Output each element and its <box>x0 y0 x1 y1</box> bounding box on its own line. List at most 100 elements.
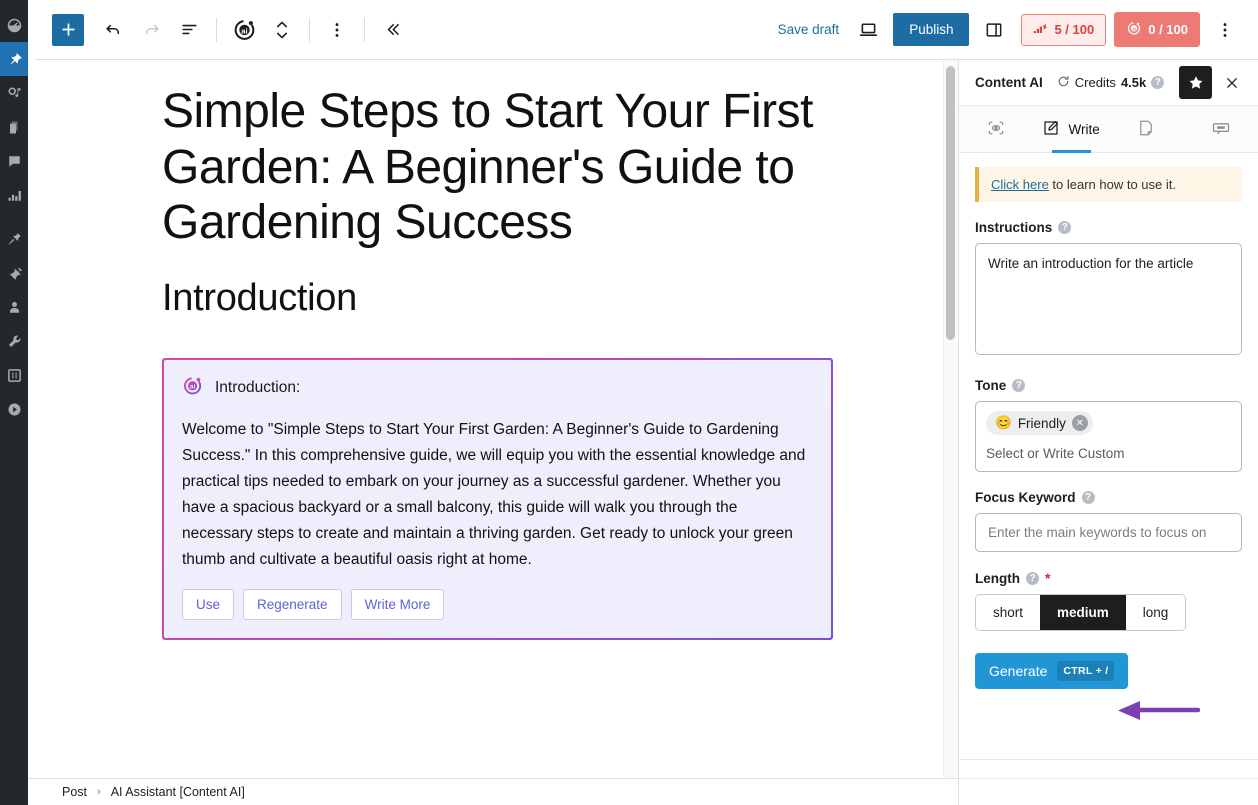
sidebar-item-tools[interactable] <box>0 324 28 358</box>
content-ai-score-badge[interactable]: ai 0 / 100 <box>1114 12 1200 47</box>
star-button[interactable] <box>1179 66 1212 99</box>
seo-rank-math-icon <box>1033 22 1048 38</box>
canvas-scrollbar-thumb[interactable] <box>946 66 955 340</box>
toolbar-options-button[interactable] <box>318 11 356 49</box>
focus-keyword-help-icon[interactable]: ? <box>1081 491 1095 504</box>
regenerate-button[interactable]: Regenerate <box>243 589 342 621</box>
breadcrumb-item-post[interactable]: Post <box>62 785 87 799</box>
document-icon <box>1137 119 1155 140</box>
sidebar-item-dashboard[interactable] <box>0 8 28 42</box>
info-notice: Click here to learn how to use it. <box>975 167 1242 202</box>
ai-generated-text: Welcome to "Simple Steps to Start Your F… <box>182 421 806 569</box>
wrench-icon <box>7 334 22 349</box>
undo-button[interactable] <box>94 11 132 49</box>
toolbar-divider <box>216 17 217 42</box>
tone-select[interactable]: 😊 Friendly ✕ Select or Write Custom <box>975 401 1242 472</box>
tone-label: Tone <box>975 378 1007 393</box>
comment-icon <box>7 154 22 169</box>
redo-button[interactable] <box>132 11 170 49</box>
required-marker: * <box>1045 570 1051 586</box>
preview-button[interactable] <box>849 11 887 49</box>
tone-label-row: Tone ? <box>975 378 1242 393</box>
content-ai-panel-footer <box>959 759 1258 805</box>
ai-result-card-inner: ai Introduction: Welcome to "Simple Step… <box>164 360 831 639</box>
length-option-medium[interactable]: medium <box>1040 595 1126 630</box>
sidebar-item-posts[interactable] <box>0 42 28 76</box>
move-up-down-button[interactable] <box>263 11 301 49</box>
write-pencil-icon <box>1042 119 1060 140</box>
remove-tone-chip-icon[interactable]: ✕ <box>1071 415 1088 431</box>
sidebar-item-collapse[interactable] <box>0 392 28 426</box>
help-icon[interactable]: ? <box>1151 76 1165 89</box>
tab-chat[interactable] <box>1183 106 1258 152</box>
toolbar-right-group: Save draft Publish 5 / 100 ai 0 / 100 <box>768 11 1258 49</box>
instructions-input[interactable] <box>975 243 1242 355</box>
notice-text: to learn how to use it. <box>1048 177 1176 192</box>
tab-write[interactable]: Write <box>1034 106 1109 153</box>
annotation-arrow <box>1118 701 1200 720</box>
document-overview-button[interactable] <box>170 11 208 49</box>
instructions-help-icon[interactable]: ? <box>1058 221 1072 234</box>
content-ai-tabs: Write <box>959 105 1258 153</box>
instructions-label: Instructions <box>975 220 1053 235</box>
dashboard-icon <box>7 18 22 33</box>
sidebar-item-analytics[interactable] <box>0 178 28 212</box>
tone-chip-friendly[interactable]: 😊 Friendly ✕ <box>986 411 1093 435</box>
pin-icon <box>7 52 22 67</box>
sidebar-item-appearance[interactable] <box>0 222 28 256</box>
add-block-button[interactable] <box>52 13 84 46</box>
content-ai-panel: Content AI Credits 4.5k ? Write Click he… <box>958 60 1258 805</box>
content-ai-badge-icon: ai <box>1126 20 1142 39</box>
tab-research[interactable] <box>959 106 1034 152</box>
brush-icon <box>7 232 22 247</box>
tab-document[interactable] <box>1109 106 1184 152</box>
ai-card-actions: Use Regenerate Write More <box>182 589 811 621</box>
save-draft-button[interactable]: Save draft <box>768 16 850 43</box>
length-segmented-control: short medium long <box>975 594 1187 631</box>
content-ai-toolbar-button[interactable]: ai <box>225 11 263 49</box>
more-options-button[interactable] <box>1206 11 1244 49</box>
page-title[interactable]: Simple Steps to Start Your First Garden:… <box>28 60 943 251</box>
toolbar-divider-2 <box>309 17 310 42</box>
length-option-long[interactable]: long <box>1125 595 1186 630</box>
content-ai-logo-icon: ai <box>182 374 204 401</box>
sidebar-item-comments[interactable] <box>0 144 28 178</box>
tone-help-icon[interactable]: ? <box>1012 379 1026 392</box>
play-circle-icon <box>7 402 22 417</box>
svg-text:ai: ai <box>241 26 247 35</box>
use-button[interactable]: Use <box>182 589 235 621</box>
sidebar-item-users[interactable] <box>0 290 28 324</box>
tab-write-label: Write <box>1068 121 1100 137</box>
settings-panel-button[interactable] <box>975 11 1013 49</box>
sidebar-item-plugins[interactable] <box>0 256 28 290</box>
publish-button[interactable]: Publish <box>893 13 970 46</box>
breadcrumb-item-ai-assistant[interactable]: AI Assistant [Content AI] <box>111 785 245 799</box>
write-more-button[interactable]: Write More <box>350 589 445 621</box>
wp-admin-sidebar <box>0 0 28 805</box>
toolbar-left-group: ai <box>28 11 411 49</box>
sidebar-item-settings[interactable] <box>0 358 28 392</box>
instructions-label-row: Instructions ? <box>975 220 1242 235</box>
generate-button[interactable]: Generate CTRL + / <box>975 653 1129 689</box>
collapse-toolbar-button[interactable] <box>373 11 411 49</box>
tone-placeholder[interactable]: Select or Write Custom <box>986 446 1231 461</box>
settings-sliders-icon <box>7 368 22 383</box>
content-ai-score-value: 0 / 100 <box>1148 22 1188 37</box>
focus-keyword-label-row: Focus Keyword ? <box>975 490 1242 505</box>
user-icon <box>7 300 22 315</box>
refresh-icon[interactable] <box>1057 75 1070 91</box>
chat-icon <box>1211 118 1231 141</box>
length-help-icon[interactable]: ? <box>1026 571 1039 585</box>
sidebar-item-pages[interactable] <box>0 110 28 144</box>
tone-chip-label: Friendly <box>1017 415 1066 431</box>
seo-score-badge[interactable]: 5 / 100 <box>1021 13 1107 46</box>
sidebar-item-media[interactable] <box>0 76 28 110</box>
section-heading[interactable]: Introduction <box>28 251 943 320</box>
pages-icon <box>7 120 22 135</box>
research-eye-icon <box>986 118 1006 141</box>
close-icon[interactable] <box>1218 69 1246 97</box>
length-option-short[interactable]: short <box>976 595 1041 630</box>
focus-keyword-input[interactable] <box>975 513 1242 552</box>
learn-how-link[interactable]: Click here <box>991 177 1049 192</box>
credits-display: Credits 4.5k ? <box>1057 75 1165 91</box>
